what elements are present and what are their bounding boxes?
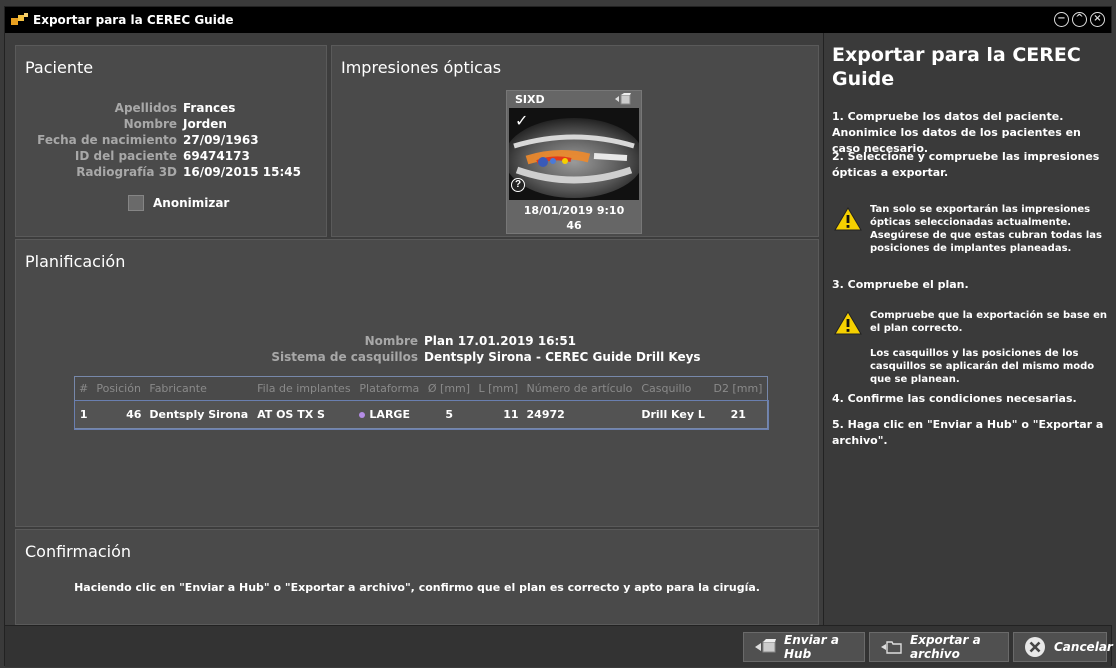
cell-diameter: 5 xyxy=(423,400,475,429)
field-value: 69474173 xyxy=(183,149,250,163)
field-value: Frances xyxy=(183,101,236,115)
window-title: Exportar para la CEREC Guide xyxy=(33,13,234,27)
patient-fields: Apellidos Frances Nombre Jorden Fecha de n… xyxy=(30,101,301,181)
cancel-label: Cancelar xyxy=(1054,640,1113,654)
anonymize-option[interactable]: Anonimizar xyxy=(128,195,229,211)
export-folder-icon xyxy=(880,639,902,655)
window-controls: − ^ × xyxy=(1054,12,1105,27)
export-to-file-button[interactable]: Exportar a archivo xyxy=(869,632,1009,662)
footer-bar: Enviar a Hub Exportar a archivo Cancelar xyxy=(5,625,1113,667)
optical-impressions-panel: Impresiones ópticas SIXD ✓ ? 18/01/2019 … xyxy=(331,45,819,237)
table-row[interactable]: 1 46 Dentsply Sirona AT OS TX S LARGE 5 … xyxy=(73,399,769,430)
help-title: Exportar para la CEREC Guide xyxy=(832,44,1081,90)
help-step-4: 4. Confirme las condiciones necesarias. xyxy=(832,392,1077,405)
cell-position: 46 xyxy=(92,400,146,429)
cancel-icon xyxy=(1024,636,1046,658)
anonymize-checkbox[interactable] xyxy=(128,195,144,211)
title-bar[interactable]: Exportar para la CEREC Guide − ^ × xyxy=(5,7,1111,33)
patient-field-row: Radiografía 3D 16/09/2015 15:45 xyxy=(30,165,301,181)
warning-icon xyxy=(834,207,862,231)
scan-card[interactable]: SIXD ✓ ? 18/01/2019 9:10 46 xyxy=(506,90,642,234)
confirmation-text: Haciendo clic en "Enviar a Hub" o "Expor… xyxy=(74,581,760,594)
planning-heading: Planificación xyxy=(25,252,126,271)
export-to-file-label: Exportar a archivo xyxy=(910,633,981,661)
warning-icon xyxy=(834,311,862,335)
confirmation-heading: Confirmación xyxy=(25,542,132,561)
plan-fields: Nombre Plan 17.01.2019 16:51 Sistema de c… xyxy=(216,334,701,366)
col-header: # xyxy=(74,376,93,401)
xray-graphic xyxy=(509,108,639,200)
col-header: Plataforma xyxy=(355,376,424,401)
field-label: Sistema de casquillos xyxy=(271,350,418,364)
col-header: Posición xyxy=(92,376,146,401)
field-label: ID del paciente xyxy=(74,149,177,163)
cell-article: 24972 xyxy=(522,400,638,429)
cancel-button[interactable]: Cancelar xyxy=(1013,632,1113,662)
help-step-5: 5. Haga clic en "Enviar a Hub" o "Export… xyxy=(832,418,1104,447)
patient-field-row: Apellidos Frances xyxy=(30,101,301,117)
patient-field-row: ID del paciente 69474173 xyxy=(30,149,301,165)
col-header: Fila de implantes xyxy=(253,376,356,401)
col-header: L [mm] xyxy=(474,376,523,401)
minimize-icon[interactable]: − xyxy=(1054,12,1069,27)
col-header: Casquillo xyxy=(637,376,710,401)
export-window: Exportar para la CEREC Guide − ^ × Pacie… xyxy=(4,6,1113,667)
panoramic-xray-image[interactable] xyxy=(509,108,639,200)
cell-length: 11 xyxy=(474,400,523,429)
patient-panel: Paciente Apellidos Frances Nombre Jorden F… xyxy=(15,45,327,237)
cell-number: 1 xyxy=(74,400,93,429)
plan-field-row: Nombre Plan 17.01.2019 16:51 xyxy=(216,334,701,350)
patient-field-row: Fecha de nacimiento 27/09/1963 xyxy=(30,133,301,149)
scan-tooth: 46 xyxy=(566,219,582,232)
help-step-3: 3. Compruebe el plan. xyxy=(832,278,969,291)
send-to-hub-button[interactable]: Enviar a Hub xyxy=(743,632,865,662)
cube-3d-icon xyxy=(615,93,631,105)
help-step-2: 2. Seleccione y compruebe las impresione… xyxy=(832,150,1100,179)
field-value: Jorden xyxy=(183,117,227,131)
help-warning-2: Compruebe que la exportación se base en … xyxy=(870,310,1108,334)
col-header: Ø [mm] xyxy=(423,376,475,401)
platform-value: LARGE xyxy=(369,408,410,421)
field-label: Apellidos xyxy=(114,101,177,115)
cell-platform: LARGE xyxy=(355,400,424,429)
help-note-2: Los casquillos y las posiciones de los c… xyxy=(870,348,1095,385)
field-label: Nombre xyxy=(123,117,177,131)
confirmation-panel: Confirmación Haciendo clic en "Enviar a … xyxy=(15,529,819,625)
patient-field-row: Nombre Jorden xyxy=(30,117,301,133)
scan-date: 18/01/2019 9:10 xyxy=(523,204,625,217)
field-value: 27/09/1963 xyxy=(183,133,259,147)
app-logo-icon xyxy=(11,13,29,27)
anonymize-label: Anonimizar xyxy=(153,196,230,210)
col-header: D2 [mm] xyxy=(709,376,768,401)
help-panel: Exportar para la CEREC Guide 1. Comprueb… xyxy=(823,33,1113,625)
close-icon[interactable]: × xyxy=(1090,12,1105,27)
hub-icon xyxy=(754,639,776,655)
field-value: 16/09/2015 15:45 xyxy=(183,165,301,179)
scan-label: SIXD xyxy=(515,93,545,106)
cell-line: AT OS TX S xyxy=(253,400,356,429)
cell-d2: 21 xyxy=(709,400,768,429)
cell-sleeve: Drill Key L xyxy=(637,400,710,429)
selected-check-icon: ✓ xyxy=(515,111,529,130)
cell-manufacturer: Dentsply Sirona xyxy=(145,400,254,429)
field-label: Radiografía 3D xyxy=(76,165,177,179)
planning-panel: Planificación Nombre Plan 17.01.2019 16:5… xyxy=(15,239,819,527)
field-label: Fecha de nacimiento xyxy=(37,133,177,147)
help-warning-1: Tan solo se exportarán las impresiones ó… xyxy=(870,204,1102,254)
plan-field-row: Sistema de casquillos Dentsply Sirona - C… xyxy=(216,350,701,366)
implant-table: # Posición Fabricante Fila de implantes … xyxy=(73,376,769,430)
field-value: Plan 17.01.2019 16:51 xyxy=(424,334,577,348)
send-to-hub-label: Enviar a Hub xyxy=(784,633,839,661)
patient-heading: Paciente xyxy=(25,58,94,77)
field-value: Dentsply Sirona - CEREC Guide Drill Keys xyxy=(424,350,701,364)
help-icon[interactable]: ? xyxy=(511,178,525,192)
platform-color-dot xyxy=(359,412,366,418)
table-header-row: # Posición Fabricante Fila de implantes … xyxy=(74,376,768,401)
col-header: Número de artículo xyxy=(522,376,638,401)
restore-icon[interactable]: ^ xyxy=(1072,12,1087,27)
col-header: Fabricante xyxy=(145,376,254,401)
impressions-heading: Impresiones ópticas xyxy=(341,58,502,77)
field-label: Nombre xyxy=(364,334,418,348)
